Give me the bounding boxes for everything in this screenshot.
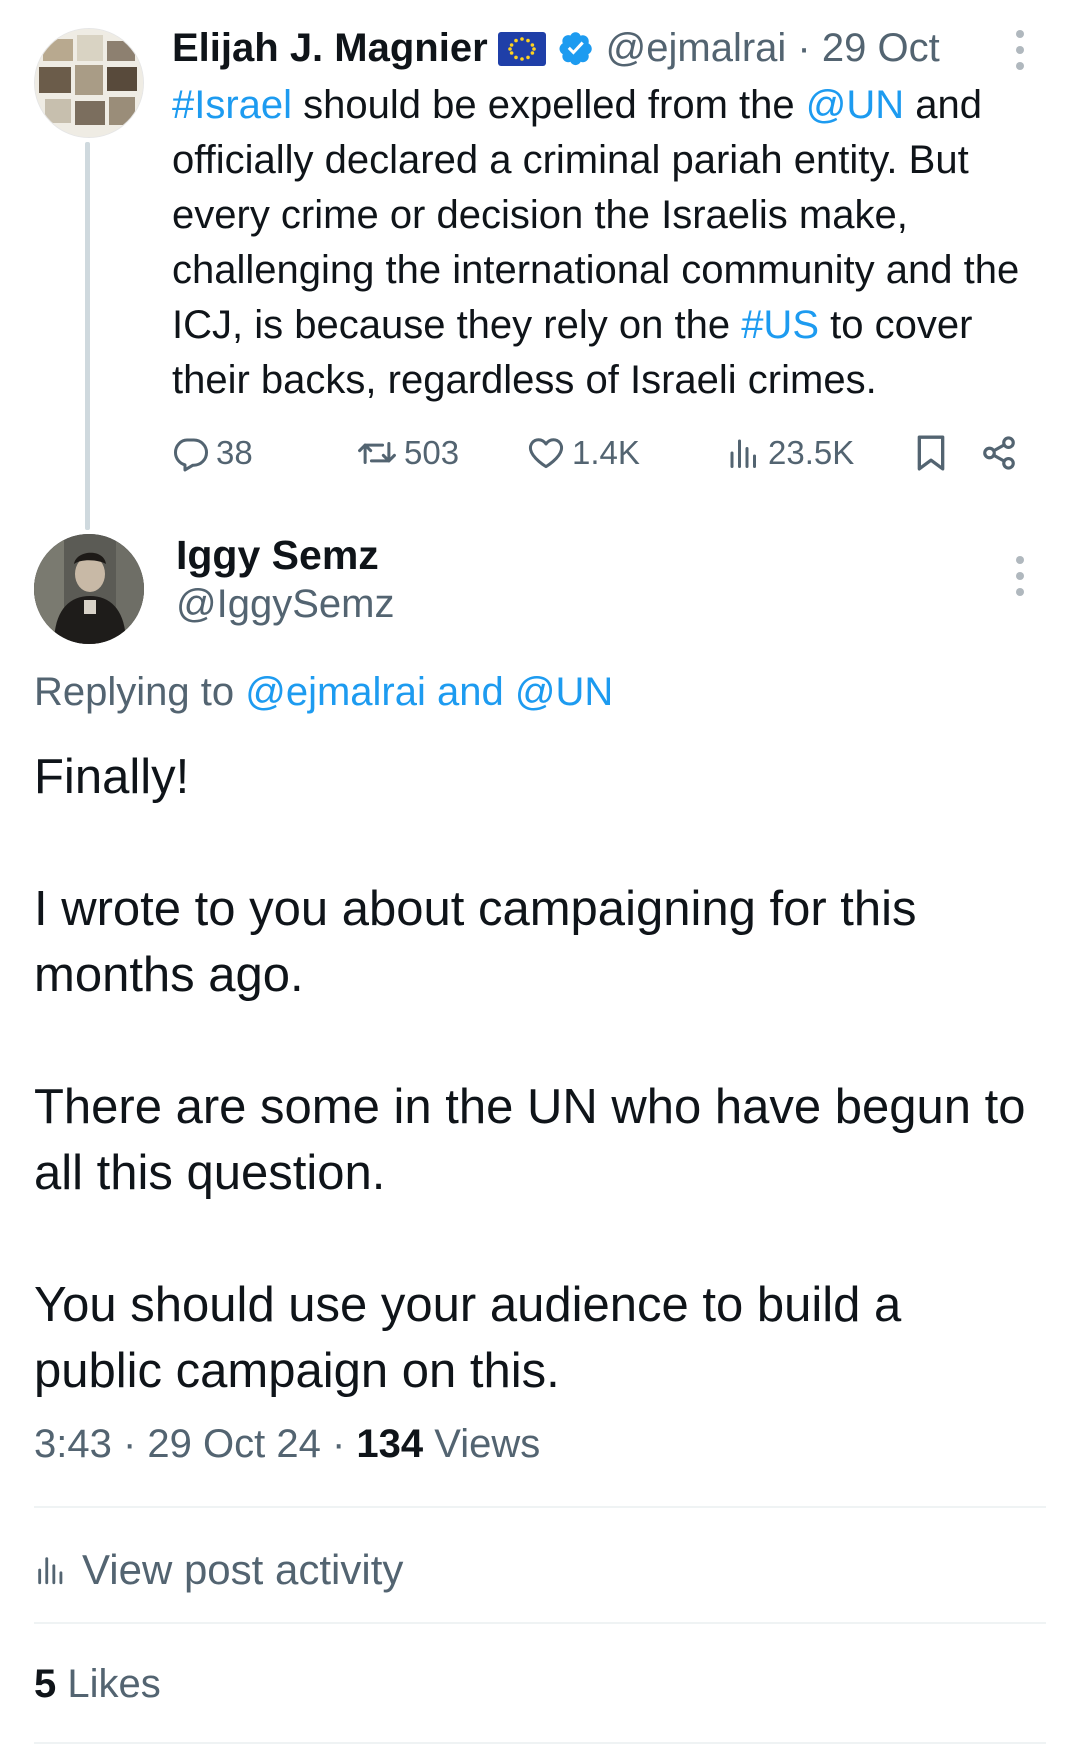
reply-tweet-text: Finally! I wrote to you about campaignin…	[34, 744, 1044, 1404]
views-button[interactable]: 23.5K	[726, 428, 854, 478]
reply-paragraph: I wrote to you about campaigning for thi…	[34, 882, 917, 1002]
tweet-text-segment: should be expelled from the	[292, 83, 806, 127]
header-separator: ·	[786, 25, 822, 70]
eu-flag-icon	[497, 31, 546, 66]
divider	[34, 1622, 1046, 1624]
reply-button[interactable]: 38	[172, 428, 253, 478]
views-label: Views	[423, 1422, 541, 1466]
author-handle[interactable]: @ejmalrai	[606, 26, 787, 71]
tweet-full-date[interactable]: 29 Oct 24	[147, 1422, 320, 1466]
tweet-timestamp-line: 3:43 · 29 Oct 24 · 134 Views	[34, 1422, 540, 1467]
parent-tweet-header: Elijah J. Magnier @ejmalrai · 29 Oct	[172, 24, 940, 72]
share-icon	[983, 436, 1015, 470]
repost-count: 503	[404, 434, 460, 471]
analytics-icon	[730, 439, 756, 468]
reply-author-name[interactable]: Iggy Semz	[176, 532, 379, 579]
tweet-time[interactable]: 3:43	[34, 1422, 112, 1466]
more-options-icon[interactable]	[1013, 556, 1027, 596]
verified-badge-icon	[558, 30, 594, 66]
replying-to-line: Replying to @ejmalrai and @UN	[34, 670, 613, 715]
likes-count: 5	[34, 1662, 57, 1706]
repost-button[interactable]: 503	[356, 428, 459, 478]
more-options-icon[interactable]	[1013, 30, 1027, 70]
divider	[34, 1506, 1046, 1508]
mention-un-link[interactable]: @UN	[806, 83, 904, 127]
tweet-date[interactable]: 29 Oct	[822, 26, 940, 71]
views-count: 23.5K	[768, 434, 855, 471]
reply-paragraph: Finally!	[34, 750, 190, 804]
hashtag-us-link[interactable]: #US	[741, 303, 819, 347]
reply-count: 38	[216, 434, 253, 471]
avatar-image	[35, 29, 143, 137]
bookmark-icon	[917, 435, 945, 471]
bookmark-button[interactable]	[914, 428, 948, 478]
view-post-activity-label: View post activity	[82, 1546, 404, 1593]
divider	[34, 1742, 1046, 1744]
analytics-icon	[38, 1557, 63, 1585]
reply-icon	[173, 438, 209, 472]
reply-author-handle[interactable]: @IggySemz	[176, 582, 394, 627]
parent-tweet-text: #Israel should be expelled from the @UN …	[172, 78, 1052, 408]
likes-label: Likes	[56, 1662, 161, 1706]
share-button[interactable]	[980, 428, 1018, 478]
like-button[interactable]: 1.4K	[526, 428, 640, 478]
author-name[interactable]: Elijah J. Magnier	[172, 26, 488, 71]
author-avatar[interactable]	[34, 28, 144, 138]
likes-summary-link[interactable]: 5 Likes	[34, 1662, 161, 1707]
views-count: 134	[356, 1422, 424, 1466]
hashtag-israel-link[interactable]: #Israel	[172, 83, 292, 127]
replying-to-mentions[interactable]: @ejmalrai and @UN	[245, 670, 613, 714]
like-count: 1.4K	[572, 434, 640, 471]
tweet-action-bar: 38 503 1.4K 23.5K	[172, 428, 1032, 478]
heart-icon	[528, 438, 564, 469]
meta-separator: ·	[320, 1422, 357, 1466]
view-post-activity-button[interactable]: View post activity	[34, 1540, 403, 1600]
repost-icon	[358, 441, 396, 465]
reply-paragraph: There are some in the UN who have begun …	[34, 1080, 1026, 1200]
avatar-image	[34, 534, 144, 644]
reply-author-avatar[interactable]	[34, 534, 144, 644]
replying-to-prefix: Replying to	[34, 670, 246, 714]
meta-separator: ·	[111, 1422, 148, 1466]
thread-connector	[85, 142, 90, 530]
reply-paragraph: You should use your audience to build a …	[34, 1278, 902, 1398]
